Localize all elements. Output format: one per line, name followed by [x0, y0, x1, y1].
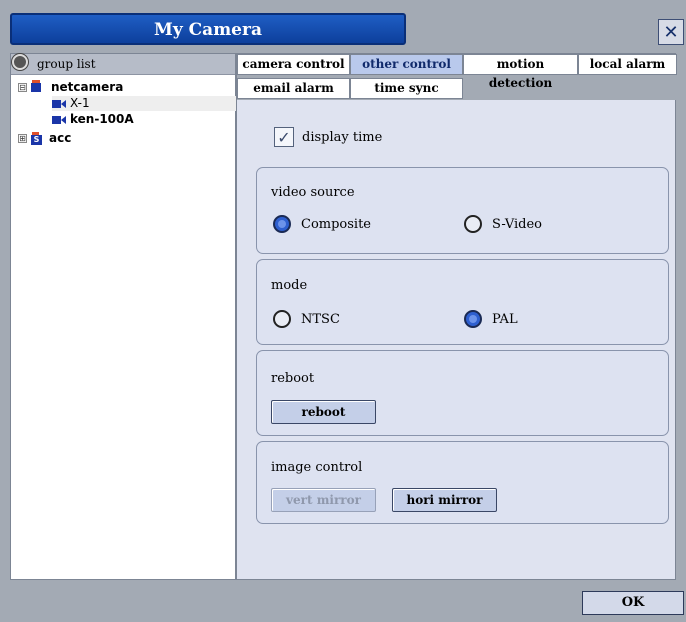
video-source-group: video source Composite S-Video	[256, 167, 669, 254]
display-time-option[interactable]: ✓ display time	[274, 127, 382, 147]
display-time-checkbox[interactable]: ✓	[274, 127, 294, 147]
image-control-group: image control vert mirror hori mirror	[256, 441, 669, 524]
tab-time-sync[interactable]: time sync	[350, 78, 463, 99]
expand-icon[interactable]: ⊞	[18, 134, 27, 143]
tab-email-alarm[interactable]: email alarm	[237, 78, 350, 99]
tab-camera-control[interactable]: camera control	[237, 54, 350, 75]
pal-label: PAL	[492, 311, 518, 327]
close-icon[interactable]: ✕	[658, 19, 684, 45]
hori-mirror-button[interactable]: hori mirror	[392, 488, 497, 512]
s-video-option[interactable]: S-Video	[464, 215, 542, 233]
display-time-label: display time	[302, 129, 383, 145]
composite-radio[interactable]	[273, 215, 291, 233]
tree-item-label: ken-100A	[70, 112, 134, 126]
group-tree: group list ⊟ netcamera X-1 ken-100A ⊞ S …	[10, 53, 236, 580]
ntsc-radio[interactable]	[273, 310, 291, 328]
tab-motion-detection[interactable]: motion detection	[463, 54, 578, 90]
settings-panel: camera control other control motion dete…	[236, 53, 677, 580]
tree-item-netcamera[interactable]: ⊟ netcamera	[18, 80, 123, 95]
pal-option[interactable]: PAL	[464, 310, 518, 328]
title-bar: My Camera	[10, 13, 406, 45]
composite-label: Composite	[301, 216, 371, 232]
video-source-title: video source	[271, 185, 355, 200]
mode-title: mode	[271, 278, 308, 293]
tab-local-alarm[interactable]: local alarm	[578, 54, 677, 75]
pal-radio[interactable]	[464, 310, 482, 328]
ok-button[interactable]: OK	[582, 591, 684, 615]
collapse-icon[interactable]: ⊟	[18, 83, 27, 92]
s-video-label: S-Video	[492, 216, 542, 232]
tree-header-label: group list	[37, 57, 96, 71]
group-list-icon	[12, 54, 28, 70]
window-title: My Camera	[154, 20, 262, 40]
ntsc-label: NTSC	[301, 311, 340, 327]
vert-mirror-button[interactable]: vert mirror	[271, 488, 376, 512]
storage-group-icon: S	[31, 131, 45, 145]
tree-item-label: X-1	[70, 96, 90, 110]
camera-group-icon	[31, 80, 47, 93]
tab-other-control[interactable]: other control	[350, 54, 463, 75]
mode-group: mode NTSC PAL	[256, 259, 669, 345]
reboot-title: reboot	[271, 371, 315, 386]
ntsc-option[interactable]: NTSC	[273, 310, 340, 328]
tree-item-label: netcamera	[51, 80, 124, 94]
tree-item-acc[interactable]: ⊞ S acc	[18, 131, 71, 146]
tree-item-ken-100a[interactable]: ken-100A	[52, 112, 134, 127]
tab-strip: camera control other control motion dete…	[237, 54, 677, 100]
s-video-radio[interactable]	[464, 215, 482, 233]
composite-option[interactable]: Composite	[273, 215, 371, 233]
reboot-button[interactable]: reboot	[271, 400, 376, 424]
tree-item-x-1[interactable]: X-1	[52, 96, 236, 111]
tree-item-label: acc	[49, 131, 72, 145]
camera-icon	[52, 99, 67, 108]
image-control-title: image control	[271, 460, 363, 475]
reboot-group: reboot reboot	[256, 350, 669, 436]
tree-header: group list	[11, 54, 235, 75]
app-window: My Camera ✕ group list ⊟ netcamera X-1 k…	[0, 0, 686, 622]
camera-icon	[52, 115, 67, 124]
